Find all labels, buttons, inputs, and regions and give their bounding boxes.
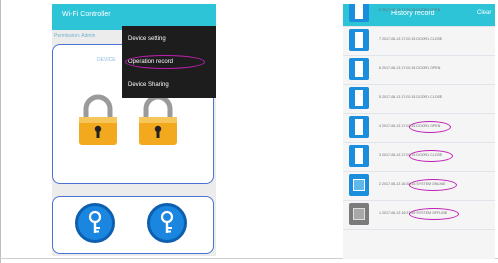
key-panel [52, 196, 214, 254]
system-offline-icon [349, 203, 369, 225]
permission-label: Permission: Admin [54, 33, 96, 39]
device-label: DEVICE [97, 57, 116, 63]
door-icon [349, 116, 369, 138]
system-icon [349, 174, 369, 196]
menu-item-device-setting[interactable]: Device setting [128, 36, 166, 42]
door-icon [349, 87, 369, 109]
history-row: 7 2017-06-13 17:02:15 DOOR1 CLOSE [343, 27, 495, 56]
door-icon [349, 29, 369, 51]
app-title: Wi-Fi Controller [62, 11, 111, 18]
history-row: 2 2017-06-13 16:38:15 SYSTEM ONLINE [343, 172, 495, 201]
menu-item-device-sharing[interactable]: Device Sharing [128, 82, 169, 88]
door-icon [349, 58, 369, 80]
key-icon [88, 210, 102, 233]
highlight-circle [409, 121, 451, 133]
highlight-circle [125, 55, 205, 69]
options-menu: Device setting Operation record Device S… [122, 26, 216, 98]
highlight-circle [409, 150, 453, 162]
history-row-text: 6 2017-06-13 17:02:15 DOOR1 OPEN [379, 66, 441, 70]
history-row: 4 2017-06-13 17:02:15 DOOR1 OPEN [343, 114, 495, 143]
history-row-text: 8 2017-06-13 17:02:15 DOOR1 OPEN [379, 8, 441, 12]
unlock-button-1[interactable] [75, 203, 115, 243]
frame-left-edge [0, 0, 1, 263]
controller-screen: Wi-Fi Controller Permission: Admin DEVIC… [52, 4, 216, 256]
door-icon [349, 4, 369, 22]
highlight-circle [409, 208, 459, 220]
key-icon [160, 210, 174, 233]
history-row-text: 5 2017-06-13 17:02:15 DOOR1 CLOSE [379, 95, 443, 99]
unlock-button-2[interactable] [147, 203, 187, 243]
history-screen: History record Clear 8 2017-06-13 17:02:… [343, 4, 495, 259]
history-row: 6 2017-06-13 17:02:15 DOOR1 OPEN [343, 56, 495, 85]
history-row: 3 2017-06-13 17:02:15 DOOR1 CLOSE [343, 143, 495, 172]
history-row: 1 2017-06-13 16:37:45 SYSTEM OFFLINE [343, 201, 495, 230]
history-row: 5 2017-06-13 17:02:15 DOOR1 CLOSE [343, 85, 495, 114]
highlight-circle [409, 179, 457, 191]
padlock-icon[interactable] [77, 93, 119, 147]
history-row-text: 7 2017-06-13 17:02:15 DOOR1 CLOSE [379, 37, 443, 41]
history-row: 8 2017-06-13 17:02:15 DOOR1 OPEN [343, 4, 495, 27]
door-icon [349, 145, 369, 167]
padlock-icon[interactable] [137, 93, 179, 147]
